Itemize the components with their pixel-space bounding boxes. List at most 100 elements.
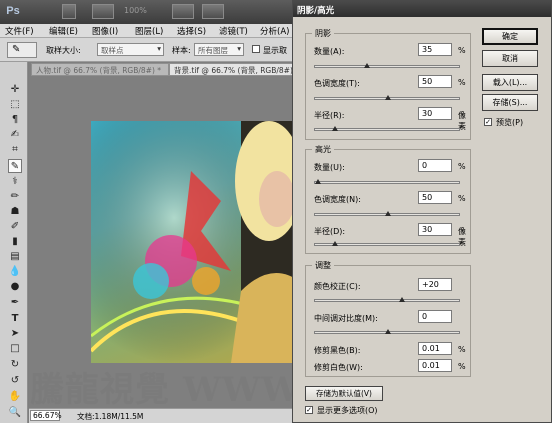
gradient-tool-icon[interactable]: ▤ <box>8 250 22 264</box>
menu-bar: 文件(F) 编辑(E) 图像(I) 图层(L) 选择(S) 滤镜(T) 分析(A… <box>0 24 300 38</box>
highlights-group: 高光 数量(U): 0 % 色调宽度(N): 50 % 半径(D): 30 像素 <box>305 144 471 254</box>
status-bar: 66.67% 文档:1.18M/11.5M <box>29 408 300 423</box>
clone-stamp-tool-icon[interactable]: ☗ <box>8 205 22 219</box>
show-sampling-ring-checkbox[interactable] <box>252 45 260 53</box>
tab-background-document[interactable]: 背景.tif @ 66.7% (背景, RGB/8#) <box>169 63 300 76</box>
screen-mode-button[interactable] <box>202 4 224 19</box>
shadows-tonal-width-slider[interactable] <box>314 95 460 100</box>
slider-thumb[interactable] <box>399 297 405 302</box>
hand-tool-icon[interactable]: ✋ <box>8 390 22 404</box>
photoshop-logo: Ps <box>6 5 20 17</box>
menu-select[interactable]: 选择(S) <box>177 25 206 37</box>
save-as-default-button[interactable]: 存储为默认值(V) <box>305 386 383 401</box>
zoom-level[interactable]: 100% <box>124 6 147 15</box>
eyedropper-tool-icon[interactable]: ✎ <box>8 159 22 173</box>
sample-layers-select[interactable]: 所有图层 <box>194 43 244 56</box>
dodge-tool-icon[interactable]: ● <box>8 280 22 294</box>
tool-preset-picker[interactable]: ✎ <box>7 42 37 58</box>
quick-select-tool-icon[interactable]: ✍ <box>8 128 22 142</box>
color-correction-input[interactable]: +20 <box>418 278 452 291</box>
sample-size-select[interactable]: 取样点 <box>97 43 164 56</box>
menu-image[interactable]: 图像(I) <box>92 25 118 37</box>
highlights-tonal-width-slider[interactable] <box>314 211 460 216</box>
document-canvas[interactable] <box>91 121 299 363</box>
slider-thumb[interactable] <box>385 211 391 216</box>
lasso-tool-icon[interactable]: ¶ <box>8 113 22 127</box>
status-zoom-field[interactable]: 66.67% <box>30 410 62 421</box>
sample-size-label: 取样大小: <box>46 46 81 55</box>
clip-black-input[interactable]: 0.01 <box>418 342 452 355</box>
menu-analysis[interactable]: 分析(A) <box>260 25 289 37</box>
slider-thumb[interactable] <box>331 126 338 131</box>
highlights-amount-slider[interactable] <box>314 179 460 184</box>
shadows-radius-label: 半径(R): <box>314 111 345 120</box>
highlights-radius-slider[interactable] <box>314 241 460 246</box>
highlights-group-label: 高光 <box>312 144 334 155</box>
healing-brush-tool-icon[interactable]: ⚕ <box>8 175 22 189</box>
move-tool-icon[interactable]: ✛ <box>8 83 22 97</box>
bridge-button[interactable] <box>62 4 76 19</box>
clip-white-label: 修剪白色(W): <box>314 363 363 372</box>
shadow-highlights-dialog: 阴影/高光 阴影 数量(A): 35 % 色调宽度(T): 50 % 半径(R)… <box>292 0 552 423</box>
ok-button[interactable]: 确定 <box>482 28 538 45</box>
shape-tool-icon[interactable]: □ <box>8 342 22 356</box>
tab-portrait-document[interactable]: 人物.tif @ 66.7% (背景, RGB/8#) * <box>31 63 169 76</box>
pen-tool-icon[interactable]: ✒ <box>8 296 22 310</box>
slider-thumb[interactable] <box>385 95 391 100</box>
crop-tool-icon[interactable]: ⌗ <box>8 143 22 157</box>
highlights-radius-input[interactable]: 30 <box>418 223 452 236</box>
save-button[interactable]: 存储(S)... <box>482 94 538 111</box>
marquee-tool-icon[interactable]: ⬚ <box>8 98 22 112</box>
shadows-tonal-width-input[interactable]: 50 <box>418 75 452 88</box>
sample-label: 样本: <box>172 46 191 55</box>
slider-thumb[interactable] <box>385 329 391 334</box>
color-correction-slider[interactable] <box>314 297 460 302</box>
load-button[interactable]: 载入(L)... <box>482 74 538 91</box>
menu-filter[interactable]: 滤镜(T) <box>219 25 248 37</box>
3d-rotate-tool-icon[interactable]: ↻ <box>8 358 22 372</box>
show-more-options-label: 显示更多选项(O) <box>317 406 378 415</box>
shadows-radius-slider[interactable] <box>314 126 460 131</box>
highlights-tonal-width-unit: % <box>458 194 466 203</box>
preview-checkbox[interactable]: ✓ <box>484 118 492 126</box>
menu-file[interactable]: 文件(F) <box>5 25 34 37</box>
history-brush-tool-icon[interactable]: ✐ <box>8 220 22 234</box>
show-more-options-checkbox[interactable]: ✓ <box>305 406 313 414</box>
eraser-tool-icon[interactable]: ▮ <box>8 235 22 249</box>
arrange-documents-button[interactable] <box>172 4 194 19</box>
shadows-tonal-width-unit: % <box>458 78 466 87</box>
shadows-amount-label: 数量(A): <box>314 47 345 56</box>
show-sampling-ring-label: 显示取 <box>263 46 287 55</box>
artwork-image <box>91 121 299 363</box>
preview-label: 预览(P) <box>496 118 524 127</box>
clip-white-unit: % <box>458 362 466 371</box>
midtone-contrast-input[interactable]: 0 <box>418 310 452 323</box>
highlights-amount-input[interactable]: 0 <box>418 159 452 172</box>
3d-orbit-tool-icon[interactable]: ↺ <box>8 374 22 388</box>
midtone-contrast-slider[interactable] <box>314 329 460 334</box>
shadows-amount-input[interactable]: 35 <box>418 43 452 56</box>
slider-thumb[interactable] <box>315 179 321 184</box>
shadows-amount-slider[interactable] <box>314 63 460 68</box>
shadows-group: 阴影 数量(A): 35 % 色调宽度(T): 50 % 半径(R): 30 像… <box>305 28 471 140</box>
slider-thumb[interactable] <box>364 63 370 68</box>
shadows-amount-unit: % <box>458 46 466 55</box>
zoom-tool-icon[interactable]: 🔍 <box>8 406 22 420</box>
color-correction-label: 颜色校正(C): <box>314 282 361 291</box>
options-bar: ✎ 取样大小: 取样点 样本: 所有图层 显示取 <box>0 38 300 62</box>
document-area: 人物.tif @ 66.7% (背景, RGB/8#) * 背景.tif @ 6… <box>29 62 300 408</box>
shadows-radius-input[interactable]: 30 <box>418 107 452 120</box>
menu-layer[interactable]: 图层(L) <box>135 25 163 37</box>
cancel-button[interactable]: 取消 <box>482 50 538 67</box>
menu-edit[interactable]: 编辑(E) <box>49 25 78 37</box>
clip-white-input[interactable]: 0.01 <box>418 359 452 372</box>
slider-thumb[interactable] <box>331 241 338 246</box>
brush-tool-icon[interactable]: ✏ <box>8 190 22 204</box>
type-tool-icon[interactable]: T <box>8 312 22 326</box>
highlights-tonal-width-label: 色调宽度(N): <box>314 195 361 204</box>
highlights-amount-unit: % <box>458 162 466 171</box>
blur-tool-icon[interactable]: 💧 <box>8 265 22 279</box>
path-selection-tool-icon[interactable]: ➤ <box>8 327 22 341</box>
view-extras-button[interactable] <box>92 4 114 19</box>
highlights-tonal-width-input[interactable]: 50 <box>418 191 452 204</box>
